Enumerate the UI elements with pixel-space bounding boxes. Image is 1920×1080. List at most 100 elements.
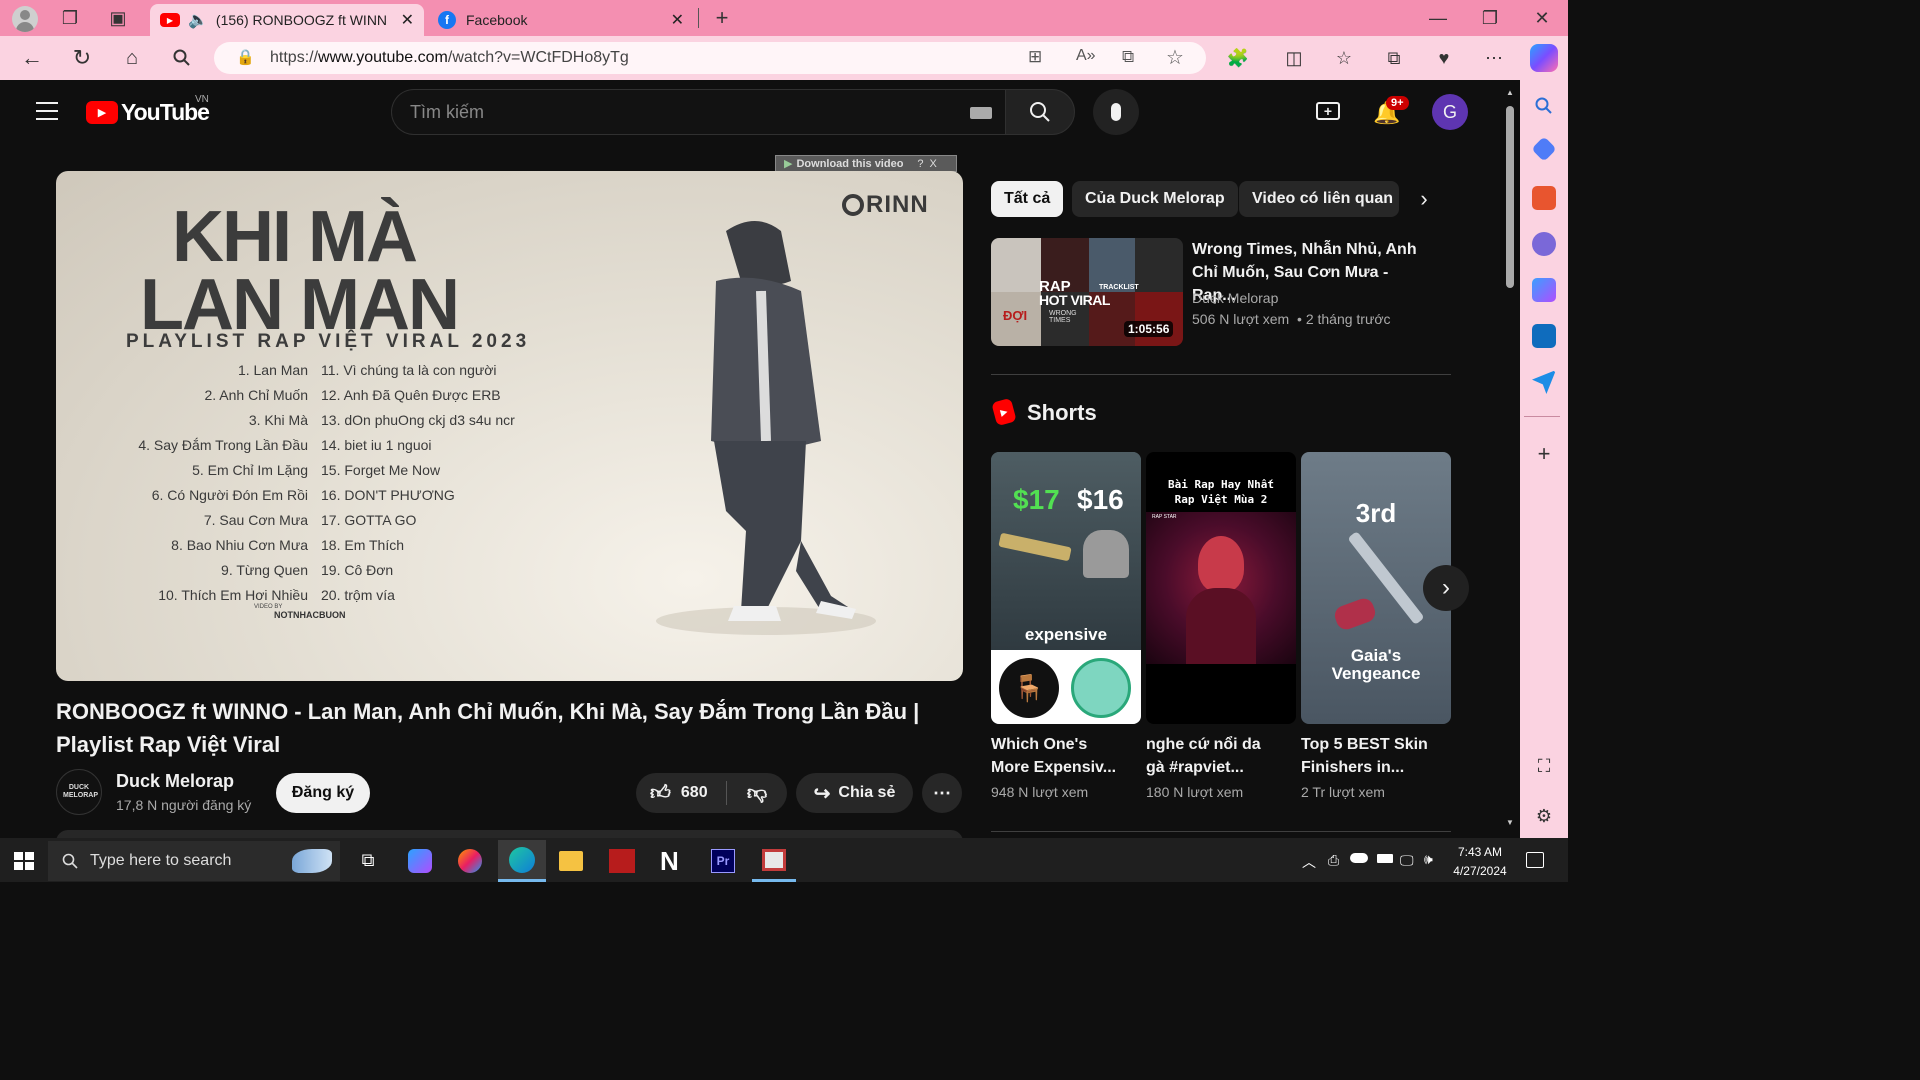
workspaces-icon[interactable]: ❐: [56, 4, 84, 32]
apps-icon[interactable]: ⊞: [1028, 47, 1042, 67]
taskbar-search-box[interactable]: Type here to search: [48, 841, 340, 881]
taskbar-app-notion-icon[interactable]: N: [660, 846, 679, 877]
short-title-line2: More Expensiv...: [991, 759, 1117, 776]
chip-channel[interactable]: Của Duck Melorap: [1072, 181, 1238, 217]
favorite-star-icon[interactable]: ☆: [1166, 45, 1184, 70]
list-item: 8. Bao Nhiu Cơn Mưa: [171, 537, 308, 553]
address-bar[interactable]: 🔒 https://www.youtube.com/watch?v=WCtFDH…: [214, 42, 1206, 74]
related-age: • 2 tháng trước: [1297, 311, 1391, 327]
tab-youtube[interactable]: ▶ 🔈 (156) RONBOOGZ ft WINNO ✕: [150, 4, 424, 36]
sidebar-m365-icon[interactable]: [1532, 278, 1556, 302]
minimize-icon[interactable]: —: [1424, 4, 1452, 32]
refresh-icon[interactable]: ↻: [68, 44, 96, 72]
speaker-icon[interactable]: 🔈: [188, 10, 208, 30]
keyboard-icon[interactable]: [970, 107, 992, 119]
vertical-tabs-icon[interactable]: ▣: [104, 4, 132, 32]
related-video-thumbnail[interactable]: TRACKLIST RAP HOT VIRAL ĐỢI WRONG TIMES …: [991, 238, 1183, 346]
copilot-icon[interactable]: [1530, 44, 1558, 72]
search-icon[interactable]: [168, 44, 196, 72]
browser-essentials-icon[interactable]: ♥: [1430, 44, 1458, 72]
restore-icon[interactable]: ❐: [1476, 4, 1504, 32]
scroll-thumb[interactable]: [1506, 106, 1514, 288]
shorts-next-button[interactable]: ›: [1423, 565, 1469, 611]
short-caption-line2: Rap Việt Mùa 2: [1174, 493, 1268, 506]
profile-icon[interactable]: [12, 6, 38, 32]
taskbar-app-edge-icon[interactable]: [498, 840, 546, 882]
download-close-icon[interactable]: X: [930, 158, 937, 170]
new-tab-icon[interactable]: +: [708, 4, 736, 32]
subscribe-button[interactable]: Đăng ký: [276, 773, 370, 813]
like-button[interactable]: 👍︎ 680: [636, 773, 726, 813]
page-scrollbar[interactable]: ▲ ▼: [1503, 88, 1517, 830]
short-thumbnail-1[interactable]: $17 $16 expensive 🪑: [991, 452, 1141, 724]
download-video-bar[interactable]: ▶ Download this video ? X: [775, 155, 957, 172]
sidebar-games-icon[interactable]: [1532, 232, 1556, 256]
video-player[interactable]: RINN KHI MÀ LAN MAN PLAYLIST RAP VIỆT VI…: [56, 171, 963, 681]
url-prefix: https://: [270, 49, 319, 66]
notifications-center-icon[interactable]: [1526, 852, 1544, 868]
extensions-icon[interactable]: 🧩: [1224, 44, 1252, 72]
account-avatar[interactable]: G: [1432, 94, 1468, 130]
home-icon[interactable]: ⌂: [118, 44, 146, 72]
taskbar-app-game-icon[interactable]: [609, 849, 635, 873]
close-tab-icon[interactable]: ✕: [401, 10, 414, 30]
close-tab-icon[interactable]: ✕: [671, 10, 684, 30]
sidebar-search-icon[interactable]: [1530, 92, 1558, 120]
hamburger-menu-icon[interactable]: [36, 102, 58, 120]
back-icon[interactable]: ←: [18, 44, 46, 72]
tray-volume-icon[interactable]: 🕪: [1424, 851, 1433, 868]
more-actions-button[interactable]: ⋯: [922, 773, 962, 813]
create-video-icon[interactable]: +: [1316, 102, 1340, 120]
split-screen-icon[interactable]: ◫: [1280, 44, 1308, 72]
thumbs-down-icon: 👎︎: [746, 782, 768, 804]
search-input[interactable]: Tìm kiếm: [410, 102, 484, 123]
taskbar-clock[interactable]: 7:43 AM 4/27/2024: [1448, 843, 1512, 881]
sidebar-outlook-icon[interactable]: [1532, 324, 1556, 348]
sidebar-screenshot-icon[interactable]: ⛶: [1530, 752, 1558, 780]
sidebar-add-icon[interactable]: +: [1530, 440, 1558, 468]
tab-facebook[interactable]: f Facebook ✕: [428, 4, 694, 36]
short-title-1[interactable]: Which One's More Expensiv...: [991, 733, 1141, 779]
download-help-icon[interactable]: ?: [917, 158, 923, 170]
immersive-reader-icon[interactable]: ⧉: [1122, 47, 1134, 67]
dislike-button[interactable]: 👎︎: [727, 773, 787, 813]
list-item: 2. Anh Chỉ Muốn: [204, 387, 308, 403]
tray-network-icon[interactable]: 🖵: [1400, 852, 1414, 869]
search-button[interactable]: [1005, 89, 1075, 135]
task-view-icon[interactable]: ⧉: [354, 846, 382, 874]
tray-meet-icon[interactable]: ⎙: [1328, 852, 1339, 869]
short-thumbnail-2[interactable]: Bài Rap Hay Nhất Rap Việt Mùa 2 RAP STAR: [1146, 452, 1296, 724]
channel-avatar[interactable]: DUCK MELORAP: [56, 769, 102, 815]
taskbar-app-explorer-icon[interactable]: [559, 851, 583, 871]
taskbar-app-paint-icon[interactable]: [458, 849, 482, 873]
favorites-icon[interactable]: ☆: [1330, 44, 1358, 72]
chips-next-icon[interactable]: ›: [1406, 181, 1442, 217]
start-button[interactable]: [14, 852, 34, 870]
scroll-up-arrow[interactable]: ▲: [1506, 88, 1514, 97]
related-channel[interactable]: Duck Melorap: [1192, 290, 1278, 306]
taskbar-app-premiere-icon[interactable]: Pr: [711, 849, 735, 873]
list-item: 18. Em Thích: [321, 537, 405, 553]
sidebar-toolbox-icon[interactable]: [1532, 186, 1556, 210]
tray-chevron-icon[interactable]: ︿: [1302, 852, 1316, 872]
short-title-3[interactable]: Top 5 BEST Skin Finishers in...: [1301, 733, 1451, 779]
share-button[interactable]: ↪ Chia sẻ: [796, 773, 913, 813]
chip-related[interactable]: Video có liên quan: [1239, 181, 1399, 217]
youtube-logo[interactable]: ▶ YouTube: [86, 99, 210, 126]
chip-all[interactable]: Tất cả: [991, 181, 1064, 217]
short-title-2[interactable]: nghe cứ nổi da gà #rapviet...: [1146, 733, 1296, 779]
collections-icon[interactable]: ⧉: [1380, 44, 1408, 72]
read-aloud-icon[interactable]: A»: [1076, 47, 1096, 65]
search-box[interactable]: Tìm kiếm: [391, 89, 1005, 135]
channel-name[interactable]: Duck Melorap: [116, 771, 234, 792]
close-window-icon[interactable]: ✕: [1528, 4, 1556, 32]
tray-battery-icon[interactable]: [1377, 854, 1393, 863]
sidebar-settings-icon[interactable]: ⚙: [1530, 802, 1558, 830]
list-item: 6. Có Người Đón Em Rồi: [151, 487, 308, 503]
voice-search-button[interactable]: [1093, 89, 1139, 135]
more-menu-icon[interactable]: ⋯: [1480, 44, 1508, 72]
tray-onedrive-icon[interactable]: [1350, 853, 1368, 863]
scroll-down-arrow[interactable]: ▼: [1506, 818, 1514, 827]
taskbar-app-photos-icon[interactable]: [752, 840, 796, 882]
taskbar-app-copilot-icon[interactable]: [408, 849, 432, 873]
